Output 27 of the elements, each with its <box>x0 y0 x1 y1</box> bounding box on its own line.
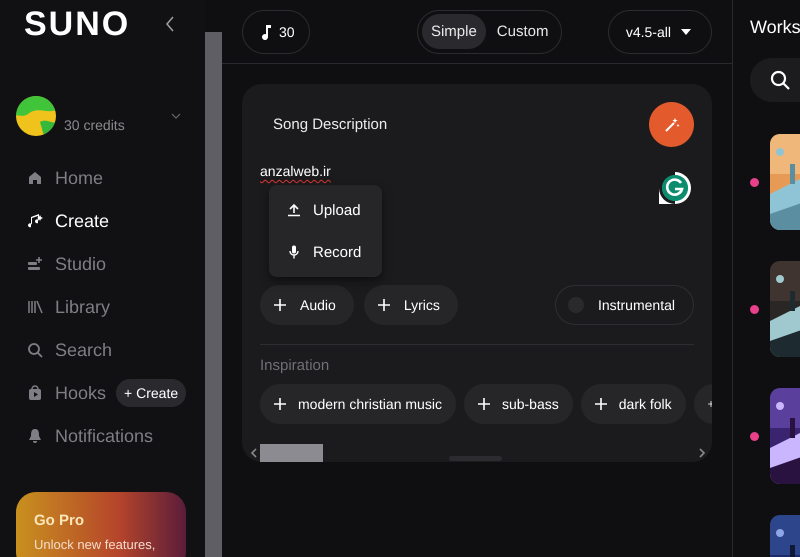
section-title: Inspiration <box>260 357 330 374</box>
menu-item[interactable]: Upload <box>269 189 382 231</box>
nav-item[interactable]: Create <box>27 210 110 232</box>
nav-item[interactable]: Home <box>27 168 104 188</box>
promo-title: Go Pro <box>34 512 86 529</box>
nav-item[interactable]: Studio <box>27 254 106 274</box>
logo[interactable]: SUNO <box>24 4 130 44</box>
add-chip[interactable]: Audio <box>260 285 354 325</box>
nav-item[interactable]: Library <box>27 296 110 318</box>
nav-item[interactable]: Search <box>27 340 112 360</box>
tag-chip[interactable]: modern christian music <box>260 384 456 424</box>
instrumental-toggle[interactable]: Instrumental <box>554 285 694 325</box>
add-chip[interactable]: Lyrics <box>364 285 458 325</box>
model-dropdown[interactable]: v4.5-all <box>608 10 712 54</box>
section-title: Song Description <box>273 116 388 133</box>
credits-label: 30 credits <box>64 117 125 133</box>
menu-item[interactable]: Record <box>269 231 382 273</box>
panel-title: Works <box>750 17 800 38</box>
mode-tab[interactable]: Custom <box>488 14 558 49</box>
nav-item[interactable]: Notifications <box>27 426 154 446</box>
mode-tab[interactable]: Simple <box>422 14 486 49</box>
promo-text: Unlock new features, <box>34 537 156 552</box>
credits-button[interactable]: 30 <box>242 10 310 54</box>
nav-item[interactable]: Hooks <box>27 382 106 404</box>
tag-chip[interactable]: sub-bass <box>464 384 573 424</box>
create-hook-button[interactable]: + Create <box>116 379 186 407</box>
tag-chip[interactable]: dark folk <box>580 384 686 424</box>
